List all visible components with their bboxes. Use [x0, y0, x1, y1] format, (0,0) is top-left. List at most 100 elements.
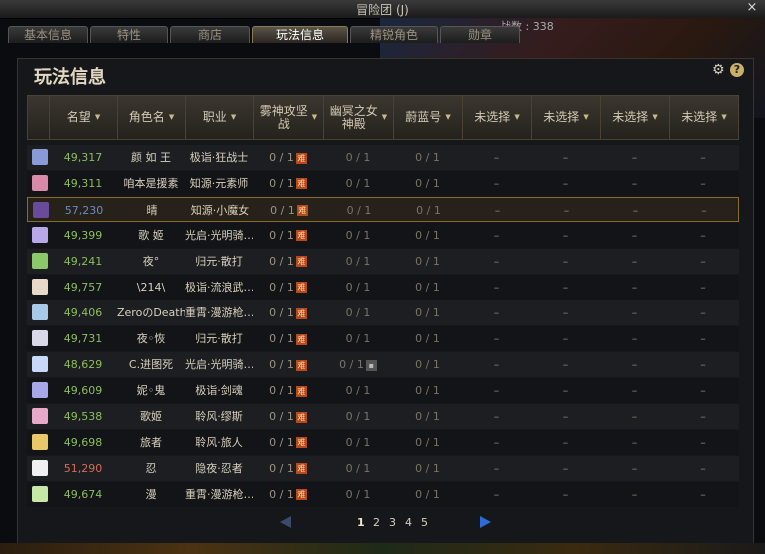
tab-basic-info[interactable]: 基本信息 [8, 26, 88, 43]
character-name-cell-text: 漫 [145, 487, 157, 501]
column-header-job[interactable]: 职业 ▼ [186, 96, 254, 139]
column-header-unselected-1[interactable]: 未选择 ▼ [463, 96, 532, 139]
raid-2-progress-text: 0 / 1 [345, 487, 371, 501]
unselected-cell: – [531, 249, 600, 274]
table-row[interactable]: 51,290 忍隐夜·忍者 0 / 1难0 / 10 / 1– – – – [27, 455, 739, 481]
fame-cell-text: 57,230 [64, 203, 104, 217]
raid-3-progress-text: 0 / 1 [415, 176, 440, 190]
table-row[interactable]: 49,241 夜° 归元·散打 0 / 1难0 / 10 / 1– – – – [27, 248, 739, 274]
unselected-cell-text: – [563, 203, 570, 217]
hard-mode-badge: 难 [295, 359, 307, 371]
fame-cell-text: 49,311 [63, 176, 103, 190]
table-row[interactable]: 49,406 ZeroのDeath 重霄·漫游枪… 0 / 1难0 / 10 / 1–… [27, 300, 739, 326]
unselected-cell-text: – [700, 410, 706, 423]
panel-title: 玩法信息 [34, 67, 106, 88]
fame-cell-text: 49,241 [63, 254, 103, 268]
raid-3-progress-text: 0 / 1 [415, 487, 440, 501]
tab-gameplay-info[interactable]: 玩法信息 [252, 26, 348, 43]
raid-3-progress-text: 0 / 1 [415, 435, 440, 449]
table-row[interactable]: 57,230 晴知源·小魔女 0 / 1难0 / 10 / 1– – – – [27, 196, 739, 223]
fame-cell-text: 48,629 [63, 358, 103, 372]
character-name-cell-text: 晴 [146, 203, 158, 217]
unselected-cell: – [600, 352, 669, 377]
table-row[interactable]: 49,317 颜 如 王极诣·狂战士 0 / 1难0 / 10 / 1– – – – [27, 145, 739, 170]
unselected-cell: – [462, 404, 531, 429]
character-name-cell-text: 夜◦恢 [136, 332, 166, 346]
column-header-unselected-2[interactable]: 未选择 ▼ [532, 96, 601, 139]
raid-2-progress-text: 0 / 1 [345, 461, 371, 475]
raid-2-progress-text: 0 / 1 [345, 435, 371, 449]
raid-1-progress-text: 0 / 1 [269, 410, 294, 423]
unselected-cell: – [669, 456, 737, 481]
help-icon[interactable]: ? [730, 63, 744, 77]
raid-3-progress: 0 / 1 [393, 145, 462, 170]
tab-elite-characters[interactable]: 精锐角色 [350, 26, 438, 43]
column-header-raid-1[interactable]: 雾神攻坚战 ▼ [254, 96, 324, 139]
gear-icon[interactable]: ⚙ [712, 63, 726, 77]
pagination: 1 2 3 4 5 [0, 513, 765, 533]
job-cell: 归元·散打 [185, 249, 253, 274]
column-header-raid-3[interactable]: 蔚蓝号 ▼ [394, 96, 463, 139]
column-header-character-name[interactable]: 角色名 ▼ [118, 96, 186, 139]
column-header-raid-2[interactable]: 幽冥之女神殿 ▼ [324, 96, 394, 139]
close-icon[interactable]: × [745, 0, 759, 16]
raid-2-progress-text: 0 / 1 [345, 176, 371, 190]
fame-cell-text: 49,406 [63, 306, 103, 320]
character-name-cell: 歌姬 [117, 404, 185, 429]
job-cell-text: 重霄·漫游枪… [185, 306, 253, 320]
page-link[interactable]: 2 [373, 516, 380, 529]
next-page-icon[interactable] [480, 516, 491, 528]
raid-1-progress: 0 / 1难 [253, 352, 323, 377]
character-name-cell-text: ZeroのDeath [117, 306, 185, 320]
table-row[interactable]: 49,399 歌 姬光启·光明骑… 0 / 1难0 / 10 / 1– – – – [27, 222, 739, 248]
tab-shop[interactable]: 商店 [170, 26, 250, 43]
column-header-unselected-3[interactable]: 未选择 ▼ [601, 96, 670, 139]
raid-3-progress: 0 / 1 [393, 456, 462, 481]
tab-medals[interactable]: 勋章 [440, 26, 520, 43]
unselected-cell-text: – [562, 280, 569, 294]
table-row[interactable]: 49,731 夜◦恢 归元·散打 0 / 1难0 / 10 / 1– – – – [27, 326, 739, 352]
job-cell: 极诣·流浪武… [185, 275, 253, 300]
column-header-unselected-4[interactable]: 未选择 ▼ [670, 96, 738, 139]
job-cell: 极诣·剑魂 [185, 378, 253, 403]
table-row[interactable]: 49,538 歌姬 聆风·缪斯 0 / 1难0 / 10 / 1– – – – [27, 404, 739, 429]
sort-arrow-icon: ▼ [94, 113, 101, 121]
table-row[interactable]: 49,757 \214\ 极诣·流浪武… 0 / 1难0 / 10 / 1– – – – [27, 274, 739, 300]
raid-2-progress: 0 / 1 [323, 171, 393, 196]
unselected-cell: – [669, 275, 737, 300]
unselected-cell: – [669, 171, 737, 196]
table-row[interactable]: 49,609 妮◦鬼 极诣·剑魂 0 / 1难0 / 10 / 1– – – – [27, 378, 739, 404]
hard-mode-badge: 难 [296, 205, 308, 217]
table-row[interactable]: 49,674 漫重霄·漫游枪… 0 / 1难0 / 10 / 1– – – – [27, 481, 739, 507]
unselected-cell-text: – [700, 280, 706, 294]
avatar [32, 433, 48, 450]
raid-1-progress: 0 / 1难 [253, 456, 323, 481]
table-row[interactable]: 48,629 C.进图死 光启·光明骑… 0 / 1难0 / 1 ▪ 0 / 1– – – – [27, 352, 739, 378]
page-link[interactable]: 3 [389, 516, 396, 529]
avatar-column-header [28, 96, 50, 139]
unselected-cell: – [600, 171, 669, 196]
raid-3-progress: 0 / 1 [393, 326, 462, 351]
table-row[interactable]: 49,311 咱本是援素 知源·元素师 0 / 1难0 / 10 / 1– – – – [27, 170, 739, 196]
unselected-cell-text: – [700, 487, 706, 501]
page-link[interactable]: 1 [357, 516, 365, 529]
raid-1-progress: 0 / 1难 [253, 275, 323, 300]
prev-page-icon[interactable] [280, 516, 291, 528]
raid-1-progress: 0 / 1难 [253, 430, 323, 455]
unselected-cell: – [531, 352, 600, 377]
fame-cell: 57,230 [50, 198, 118, 223]
column-header-fame[interactable]: 名望 ▼ [50, 96, 118, 139]
job-cell-text: 聆风·旅人 [195, 435, 243, 449]
raid-3-progress-text: 0 / 1 [415, 228, 440, 242]
unselected-cell: – [462, 171, 531, 196]
hard-mode-badge: 难 [295, 282, 307, 293]
page-link[interactable]: 5 [421, 516, 428, 529]
tab-traits[interactable]: 特性 [90, 26, 168, 43]
unselected-cell: – [462, 430, 531, 455]
raid-2-progress-text: 0 / 1 [345, 280, 371, 294]
page-link[interactable]: 4 [405, 516, 412, 529]
table-row[interactable]: 49,698 旅者 聆风·旅人 0 / 1难0 / 10 / 1– – – – [27, 429, 739, 455]
unselected-cell-text: – [700, 435, 706, 449]
unselected-cell-text: – [631, 306, 638, 320]
raid-2-progress: 0 / 1 [323, 404, 393, 429]
